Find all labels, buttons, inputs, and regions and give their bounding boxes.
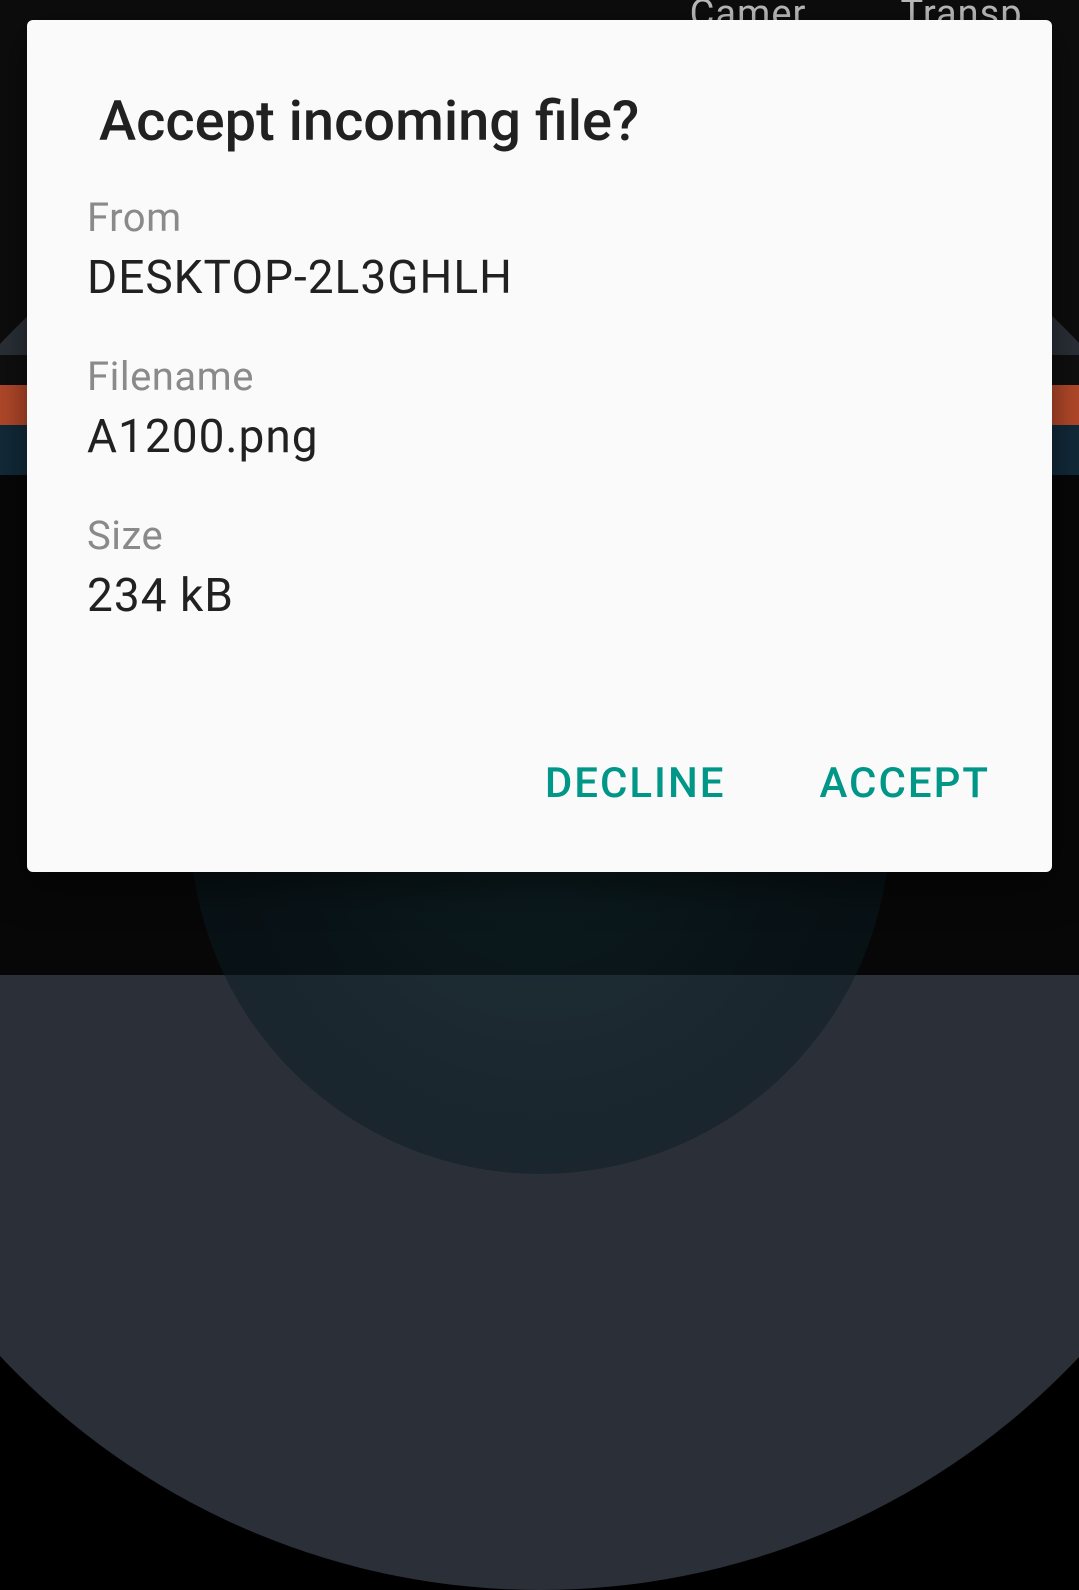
accept-button[interactable]: ACCEPT	[807, 751, 1002, 816]
from-field: From DESKTOP-2L3GHLH	[27, 194, 1052, 353]
filename-value: A1200.png	[87, 410, 980, 464]
size-value: 234 kB	[87, 569, 980, 623]
size-label: Size	[87, 512, 980, 559]
dialog-title: Accept incoming file?	[27, 88, 1052, 194]
incoming-file-dialog: Accept incoming file? From DESKTOP-2L3GH…	[27, 20, 1052, 872]
filename-label: Filename	[87, 353, 980, 400]
filename-field: Filename A1200.png	[27, 353, 1052, 512]
decline-button[interactable]: DECLINE	[533, 751, 738, 816]
from-value: DESKTOP-2L3GHLH	[87, 251, 980, 305]
dialog-actions: DECLINE ACCEPT	[27, 751, 1052, 872]
size-field: Size 234 kB	[27, 512, 1052, 671]
from-label: From	[87, 194, 980, 241]
